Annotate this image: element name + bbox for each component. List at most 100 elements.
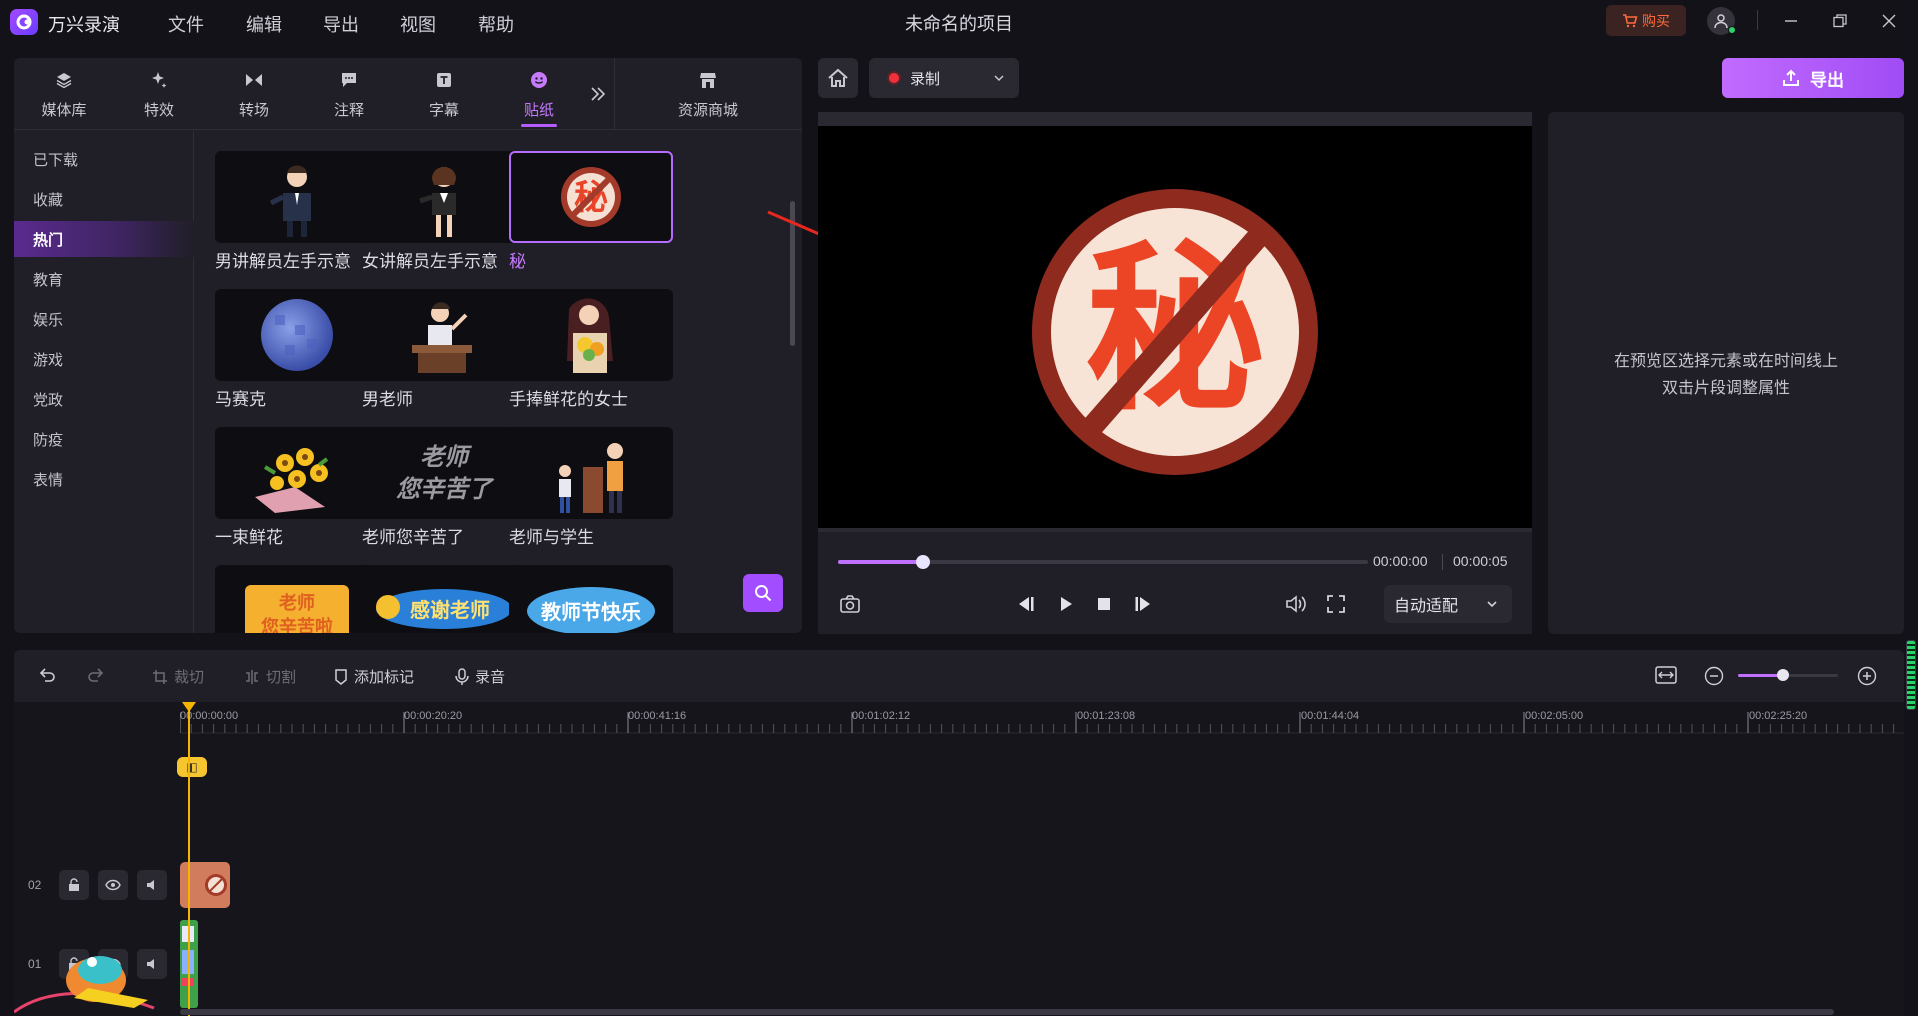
- sticker-thumbnail: 老师 您辛苦啦: [215, 565, 379, 633]
- zoom-in-button[interactable]: [1857, 666, 1877, 686]
- total-time: 00:00:05: [1453, 553, 1508, 569]
- buy-label: 购买: [1642, 12, 1670, 29]
- sticker-male-presenter[interactable]: 男讲解员左手示意: [215, 151, 379, 271]
- sticker-thumbnail: 老师 您辛苦了: [362, 427, 526, 519]
- category-entertainment[interactable]: 娱乐: [14, 301, 194, 337]
- smiley-icon: [531, 72, 547, 88]
- tab-resource-store[interactable]: 资源商城: [668, 58, 748, 130]
- record-audio-button[interactable]: 录音: [455, 666, 505, 687]
- sticker-name: 马赛克: [215, 390, 266, 409]
- tab-label: 字幕: [428, 102, 459, 119]
- tab-captions[interactable]: 字幕: [404, 58, 484, 130]
- layers-icon: [56, 73, 72, 89]
- crop-button[interactable]: 裁切: [152, 666, 204, 687]
- user-avatar-icon[interactable]: [1707, 7, 1736, 35]
- zoom-marker-clip[interactable]: ◧: [177, 757, 207, 777]
- sticker-male-teacher[interactable]: 男老师: [362, 289, 526, 409]
- play-button[interactable]: [1054, 592, 1078, 616]
- sticker-female-presenter[interactable]: 女讲解员左手示意: [362, 151, 526, 271]
- tab-label: 注释: [333, 102, 364, 119]
- track-number: 02: [28, 878, 42, 892]
- track-lock-button[interactable]: [59, 870, 89, 900]
- add-marker-button[interactable]: 添加标记: [334, 666, 414, 687]
- sticker-thumbnail: 感谢老师: [362, 565, 526, 633]
- transition-icon: [246, 74, 262, 86]
- fit-timeline-button[interactable]: [1655, 666, 1677, 684]
- sticker-teachers-day[interactable]: 教师节快乐: [509, 565, 673, 633]
- zoom-out-button[interactable]: [1704, 666, 1724, 686]
- sticker-name: 男老师: [362, 390, 413, 409]
- track-visibility-button[interactable]: [98, 870, 128, 900]
- timeline-area: 02 01 00:00:00:00 00:00:20:20 00:00:41:1…: [14, 702, 1904, 1016]
- fit-label: 自动适配: [1394, 598, 1459, 615]
- sticker-thumbnail: 秘: [509, 151, 673, 243]
- tab-label: 转场: [238, 102, 269, 119]
- tab-annotations[interactable]: 注释: [309, 58, 389, 130]
- tab-transitions[interactable]: 转场: [214, 58, 294, 130]
- playback-progress[interactable]: [838, 555, 1368, 569]
- sticker-teacher-thanks[interactable]: 老师 您辛苦了 老师您辛苦了: [362, 427, 526, 547]
- record-dropdown[interactable]: 录制: [869, 58, 1019, 98]
- volume-button[interactable]: [1284, 592, 1308, 616]
- secret-sticker-preview[interactable]: 秘: [1030, 187, 1320, 477]
- fullscreen-button[interactable]: [1324, 592, 1348, 616]
- category-emoji[interactable]: 表情: [14, 461, 194, 497]
- sticker-mosaic[interactable]: 马赛克: [215, 289, 379, 409]
- tab-stickers[interactable]: 贴纸: [499, 58, 579, 130]
- cart-icon: [1623, 13, 1638, 27]
- sticker-grid: 男讲解员左手示意 女讲解员左手示意 秘 秘 马赛克 男老师: [195, 131, 802, 633]
- progress-knob[interactable]: [915, 555, 930, 569]
- sticker-search-button[interactable]: [743, 574, 783, 612]
- zoom-fit-dropdown[interactable]: 自动适配: [1384, 585, 1512, 623]
- track-mute-button[interactable]: [137, 870, 167, 900]
- sticker-teacher-hard-work[interactable]: 老师 您辛苦啦: [215, 565, 379, 633]
- timeline-zoom-slider[interactable]: [1738, 669, 1838, 681]
- crop-icon: [153, 669, 167, 684]
- category-epidemic[interactable]: 防疫: [14, 421, 194, 457]
- restore-icon[interactable]: [1825, 6, 1855, 36]
- snapshot-button[interactable]: [838, 592, 862, 616]
- previous-frame-button[interactable]: [1014, 592, 1038, 616]
- playback-bar: 00:00:00 00:00:05 自动适配: [818, 532, 1532, 634]
- asset-tab-bar: 媒体库 特效 转场 注释 字幕 贴纸 资源商城: [14, 58, 802, 130]
- ruler-label: 00:01:23:08: [1077, 710, 1136, 722]
- sticker-name: 一束鲜花: [215, 528, 283, 547]
- close-icon[interactable]: [1874, 6, 1904, 36]
- home-button[interactable]: [818, 58, 858, 98]
- preview-canvas[interactable]: 秘: [818, 112, 1532, 540]
- minimize-icon[interactable]: [1776, 6, 1806, 36]
- split-icon: [246, 669, 258, 684]
- category-politics[interactable]: 党政: [14, 381, 194, 417]
- record-dot-icon: [887, 71, 901, 85]
- sticker-category-list: 已下载 收藏 热门 教育 娱乐 游戏 党政 防疫 表情: [14, 131, 194, 633]
- sticker-teacher-student[interactable]: 老师与学生: [509, 427, 673, 547]
- export-button[interactable]: 导出: [1722, 58, 1904, 98]
- next-frame-button[interactable]: [1131, 592, 1155, 616]
- buy-button[interactable]: 购买: [1606, 5, 1686, 36]
- sticker-thumbnail: [509, 427, 673, 519]
- playhead[interactable]: [188, 702, 190, 1016]
- tab-label: 媒体库: [41, 102, 87, 119]
- double-chevron-right-icon[interactable]: [588, 84, 608, 104]
- redo-button[interactable]: [87, 666, 105, 684]
- category-popular[interactable]: 热门: [14, 221, 194, 257]
- category-education[interactable]: 教育: [14, 261, 194, 297]
- timeline-horizontal-scrollbar[interactable]: [180, 1009, 1834, 1015]
- sticker-bouquet[interactable]: 一束鲜花: [215, 427, 379, 547]
- stop-icon: [1098, 598, 1110, 610]
- category-favorites[interactable]: 收藏: [14, 181, 194, 217]
- zoom-knob[interactable]: [1777, 669, 1789, 681]
- sticker-woman-with-flowers[interactable]: 手捧鲜花的女士: [509, 289, 673, 409]
- sticker-name: 老师您辛苦了: [362, 528, 464, 547]
- sticker-name: 老师与学生: [509, 528, 594, 547]
- category-games[interactable]: 游戏: [14, 341, 194, 377]
- stop-button[interactable]: [1092, 592, 1116, 616]
- tab-media-library[interactable]: 媒体库: [24, 58, 104, 130]
- sticker-thank-teacher[interactable]: 感谢老师: [362, 565, 526, 633]
- sticker-secret[interactable]: 秘 秘: [509, 151, 673, 271]
- record-audio-label: 录音: [475, 669, 506, 686]
- undo-button[interactable]: [38, 666, 56, 684]
- tab-effects[interactable]: 特效: [119, 58, 199, 130]
- split-button[interactable]: 切割: [244, 666, 296, 687]
- category-downloaded[interactable]: 已下载: [14, 141, 194, 177]
